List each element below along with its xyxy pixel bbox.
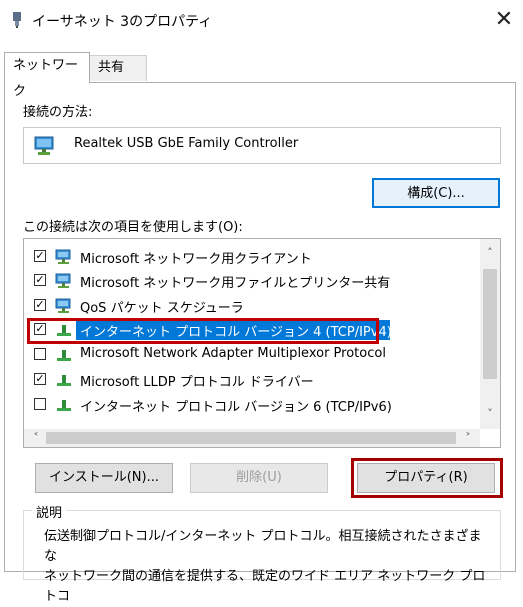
list-item[interactable]: ✓ QoS パケット スケジューラ [24, 295, 484, 317]
close-button[interactable]: ✕ [488, 4, 520, 36]
network-client-icon [55, 298, 71, 313]
adapter-field: Realtek USB GbE Family Controller [23, 127, 501, 164]
scroll-up-icon[interactable]: ˄ [480, 246, 500, 259]
scroll-right-icon[interactable]: ˃ [458, 431, 478, 444]
remove-button[interactable]: 削除(U) [190, 463, 328, 493]
adapter-name: Realtek USB GbE Family Controller [74, 136, 299, 151]
tab-network[interactable]: ネットワーク [4, 52, 90, 99]
item-checkbox[interactable]: ✓ [34, 299, 46, 311]
network-client-icon [55, 249, 71, 264]
network-adapter-icon [34, 136, 54, 155]
protocol-icon [57, 350, 71, 361]
highlight-box-properties [351, 458, 503, 498]
item-checkbox[interactable]: ✓ [34, 250, 46, 262]
scroll-thumb-horizontal[interactable] [46, 432, 456, 444]
connect-using-label: 接続の方法: [23, 105, 93, 120]
item-checkbox[interactable]: ✓ [34, 373, 46, 385]
description-line: 伝送制御プロトコル/インターネット プロトコル。相互接続されたさまざまな [44, 529, 482, 564]
item-checkbox[interactable] [34, 398, 46, 410]
close-icon: ✕ [494, 7, 514, 32]
list-item-label: Microsoft ネットワーク用ファイルとプリンター共有 [80, 276, 391, 291]
list-item[interactable]: ✓ Microsoft LLDP プロトコル ドライバー [24, 369, 484, 391]
horizontal-scrollbar[interactable]: ˂ ˃ [24, 429, 480, 447]
list-item[interactable]: Microsoft Network Adapter Multiplexor Pr… [24, 344, 484, 366]
list-item[interactable]: インターネット プロトコル バージョン 6 (TCP/IPv6) [24, 394, 484, 416]
list-item-label: Microsoft ネットワーク用クライアント [80, 252, 312, 267]
list-item-label: インターネット プロトコル バージョン 6 (TCP/IPv6) [80, 400, 392, 415]
list-item-label: Microsoft LLDP プロトコル ドライバー [80, 375, 314, 390]
network-adapter-icon [13, 12, 21, 28]
protocol-icon [57, 375, 71, 386]
scroll-thumb[interactable] [483, 269, 497, 379]
items-label: この接続は次の項目を使用します(O): [23, 220, 243, 235]
scroll-down-icon[interactable]: ˅ [480, 407, 500, 420]
list-item[interactable]: ✓ Microsoft ネットワーク用ファイルとプリンター共有 [24, 270, 484, 292]
title-bar: イーサネット 3のプロパティ ✕ [0, 0, 523, 40]
item-checkbox[interactable]: ✓ [34, 274, 46, 286]
network-client-icon [55, 273, 71, 288]
highlight-box-ipv4 [27, 318, 379, 344]
install-button[interactable]: インストール(N)... [35, 463, 173, 493]
description-legend: 説明 [32, 502, 67, 521]
description-text: 伝送制御プロトコル/インターネット プロトコル。相互接続されたさまざまな ネット… [44, 527, 494, 607]
list-item[interactable]: ✓ Microsoft ネットワーク用クライアント [24, 246, 484, 268]
list-item-label: QoS パケット スケジューラ [80, 301, 244, 316]
vertical-scrollbar[interactable]: ˄ ˅ [480, 239, 500, 429]
window-title: イーサネット 3のプロパティ [32, 14, 213, 30]
list-item-label: Microsoft Network Adapter Multiplexor Pr… [80, 346, 386, 361]
scroll-left-icon[interactable]: ˂ [26, 431, 46, 444]
item-checkbox[interactable] [34, 348, 46, 360]
description-line: ネットワーク間の通信を提供する、既定のワイド エリア ネットワーク プロトコ [44, 569, 486, 604]
tab-sharing[interactable]: 共有 [89, 55, 147, 81]
configure-button[interactable]: 構成(C)... [372, 178, 500, 208]
protocol-icon [57, 400, 71, 411]
